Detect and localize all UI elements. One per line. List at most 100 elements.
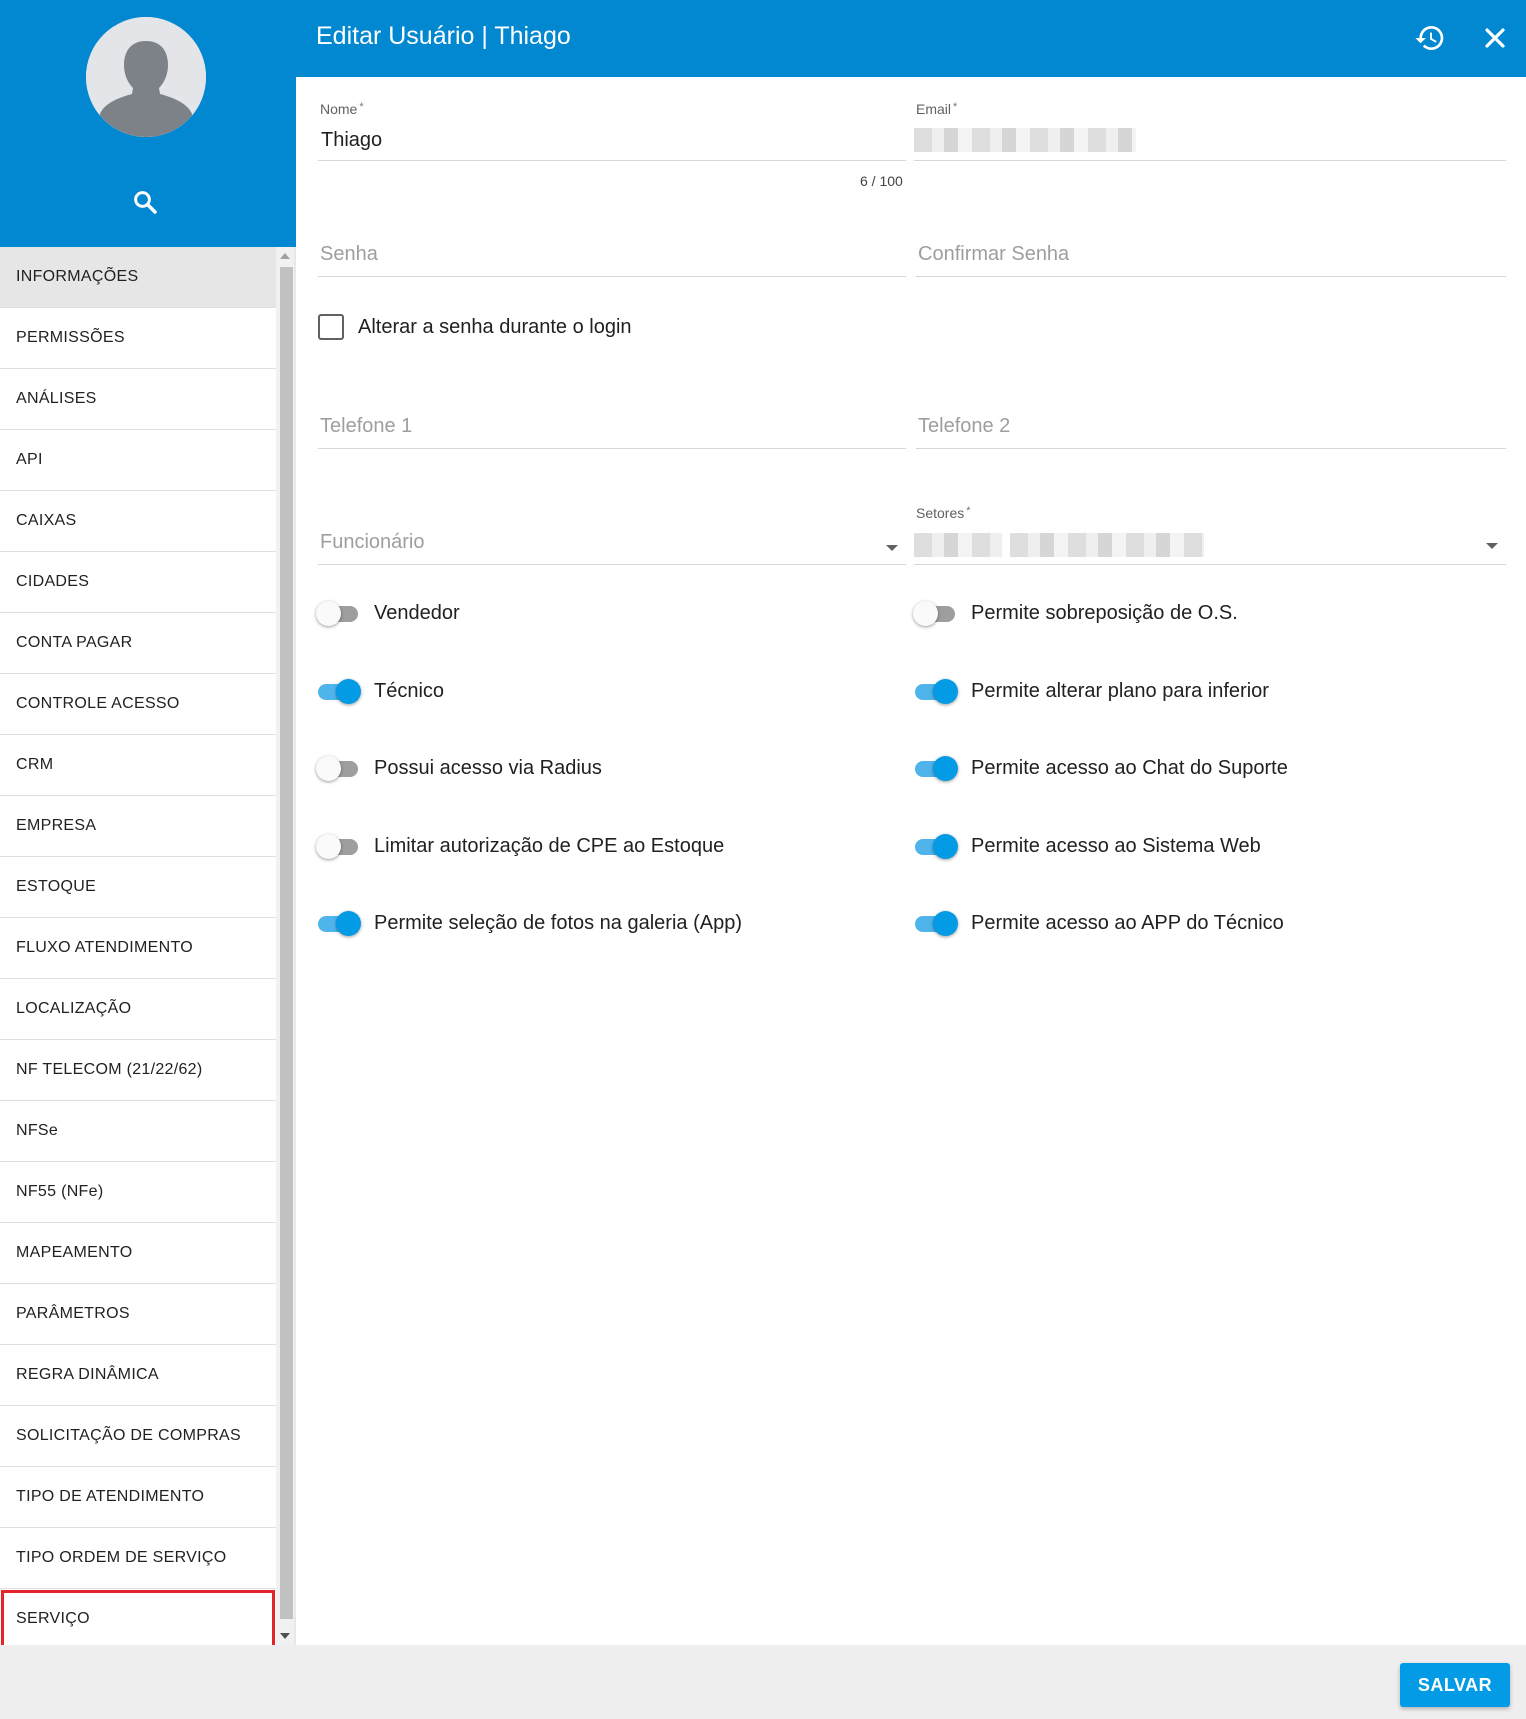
history-icon[interactable] bbox=[1414, 22, 1446, 54]
sidebar-item-label: NF55 (NFe) bbox=[16, 1183, 104, 1200]
radius-toggle[interactable] bbox=[316, 753, 362, 783]
fotos-galeria-toggle[interactable] bbox=[316, 908, 362, 938]
sidebar-item-label: ANÁLISES bbox=[16, 390, 97, 407]
required-mark: * bbox=[359, 101, 364, 113]
email-field[interactable]: Email * bbox=[914, 101, 1506, 161]
sidebar-item-label: REGRA DINÂMICA bbox=[16, 1366, 159, 1383]
sidebar-item-nf-telecom[interactable]: NF TELECOM (21/22/62) bbox=[0, 1040, 276, 1101]
sidebar-item-servico[interactable]: SERVIÇO bbox=[0, 1589, 276, 1645]
radius-label: Possui acesso via Radius bbox=[374, 756, 602, 779]
setores-redacted-value bbox=[1010, 533, 1204, 557]
tecnico-toggle[interactable] bbox=[316, 676, 362, 706]
sobreposicao-os-label: Permite sobreposição de O.S. bbox=[971, 601, 1238, 624]
sidebar-item-empresa[interactable]: EMPRESA bbox=[0, 796, 276, 857]
telefone1-field[interactable]: Telefone 1 bbox=[318, 413, 906, 449]
setores-select[interactable]: Setores * bbox=[914, 505, 1506, 565]
sidebar-item-label: CONTROLE ACESSO bbox=[16, 695, 180, 712]
sidebar-item-label: CRM bbox=[16, 756, 54, 773]
sidebar-item-label: ESTOQUE bbox=[16, 878, 97, 895]
sidebar-item-conta-pagar[interactable]: CONTA PAGAR bbox=[0, 613, 276, 674]
sidebar-item-label: NFSe bbox=[16, 1122, 59, 1139]
sidebar-item-crm[interactable]: CRM bbox=[0, 735, 276, 796]
telefone2-field[interactable]: Telefone 2 bbox=[916, 413, 1506, 449]
sidebar-item-label: NF TELECOM (21/22/62) bbox=[16, 1061, 203, 1078]
nome-field[interactable]: Nome * Thiago bbox=[318, 101, 906, 161]
alterar-senha-checkbox[interactable] bbox=[318, 314, 344, 340]
toggle-thumb bbox=[316, 756, 341, 781]
fotos-galeria-toggle-row: Permite seleção de fotos na galeria (App… bbox=[316, 908, 742, 938]
cpe-estoque-toggle[interactable] bbox=[316, 831, 362, 861]
sobreposicao-os-toggle-row: Permite sobreposição de O.S. bbox=[913, 598, 1238, 628]
user-form: Nome * Thiago 6 / 100 Email * Senha Confir… bbox=[296, 77, 1526, 1645]
email-label: Email * bbox=[916, 101, 957, 117]
nome-char-counter: 6 / 100 bbox=[860, 173, 903, 189]
toggle-thumb bbox=[933, 911, 958, 936]
sobreposicao-os-toggle[interactable] bbox=[913, 598, 959, 628]
sidebar-item-label: PARÂMETROS bbox=[16, 1305, 130, 1322]
nome-label-text: Nome bbox=[320, 101, 358, 117]
save-button[interactable]: SALVAR bbox=[1400, 1663, 1510, 1707]
toggle-thumb bbox=[913, 601, 938, 626]
sidebar-item-regra-dinamica[interactable]: REGRA DINÂMICA bbox=[0, 1345, 276, 1406]
setores-label-text: Setores bbox=[916, 505, 965, 521]
plano-inferior-toggle-row: Permite alterar plano para inferior bbox=[913, 676, 1269, 706]
chat-suporte-toggle[interactable] bbox=[913, 753, 959, 783]
sidebar-item-parametros[interactable]: PARÂMETROS bbox=[0, 1284, 276, 1345]
chevron-down-icon[interactable] bbox=[1486, 543, 1498, 549]
sidebar-scrollbar[interactable] bbox=[276, 247, 294, 1645]
sidebar-item-api[interactable]: API bbox=[0, 430, 276, 491]
sidebar-item-nfse[interactable]: NFSe bbox=[0, 1101, 276, 1162]
tecnico-toggle-row: Técnico bbox=[316, 676, 444, 706]
telefone1-placeholder: Telefone 1 bbox=[320, 415, 413, 437]
sidebar-item-tipo-ordem-servico[interactable]: TIPO ORDEM DE SERVIÇO bbox=[0, 1528, 276, 1589]
sidebar-item-analises[interactable]: ANÁLISES bbox=[0, 369, 276, 430]
senha-field[interactable]: Senha bbox=[318, 241, 906, 277]
sidebar-item-label: INFORMAÇÕES bbox=[16, 268, 139, 285]
confirmar-senha-field[interactable]: Confirmar Senha bbox=[916, 241, 1506, 277]
dialog-header: Editar Usuário | Thiago bbox=[296, 0, 1526, 77]
sidebar-item-estoque[interactable]: ESTOQUE bbox=[0, 857, 276, 918]
app-tecnico-toggle[interactable] bbox=[913, 908, 959, 938]
vendedor-label: Vendedor bbox=[374, 601, 460, 624]
page-title: Editar Usuário | Thiago bbox=[316, 22, 571, 50]
chevron-down-icon[interactable] bbox=[886, 545, 898, 551]
toggle-thumb bbox=[933, 679, 958, 704]
sidebar-item-label: API bbox=[16, 451, 43, 468]
sidebar-item-label: PERMISSÕES bbox=[16, 329, 125, 346]
alterar-senha-label: Alterar a senha durante o login bbox=[358, 315, 632, 338]
sidebar-item-mapeamento[interactable]: MAPEAMENTO bbox=[0, 1223, 276, 1284]
sidebar-item-caixas[interactable]: CAIXAS bbox=[0, 491, 276, 552]
vendedor-toggle[interactable] bbox=[316, 598, 362, 628]
user-avatar-icon[interactable] bbox=[86, 17, 206, 137]
sidebar-item-permissoes[interactable]: PERMISSÕES bbox=[0, 308, 276, 369]
required-mark: * bbox=[966, 505, 971, 517]
sidebar-item-nf55[interactable]: NF55 (NFe) bbox=[0, 1162, 276, 1223]
funcionario-select[interactable]: Funcionário bbox=[318, 527, 906, 565]
toggle-thumb bbox=[316, 834, 341, 859]
sidebar-item-fluxo-atendimento[interactable]: FLUXO ATENDIMENTO bbox=[0, 918, 276, 979]
nome-label: Nome * bbox=[320, 101, 364, 117]
scroll-down-arrow-icon[interactable] bbox=[276, 1627, 294, 1645]
scroll-up-arrow-icon[interactable] bbox=[276, 247, 294, 265]
sidebar-item-controle-acesso[interactable]: CONTROLE ACESSO bbox=[0, 674, 276, 735]
alterar-senha-option[interactable]: Alterar a senha durante o login bbox=[318, 314, 632, 340]
required-mark: * bbox=[953, 101, 958, 113]
sidebar-item-label: TIPO ORDEM DE SERVIÇO bbox=[16, 1549, 227, 1566]
sidebar-item-label: LOCALIZAÇÃO bbox=[16, 1000, 132, 1017]
sistema-web-toggle[interactable] bbox=[913, 831, 959, 861]
scrollbar-thumb[interactable] bbox=[280, 267, 293, 1619]
search-icon[interactable] bbox=[130, 187, 160, 217]
sidebar-item-cidades[interactable]: CIDADES bbox=[0, 552, 276, 613]
sidebar-item-label: SERVIÇO bbox=[16, 1610, 90, 1627]
sidebar-item-localizacao[interactable]: LOCALIZAÇÃO bbox=[0, 979, 276, 1040]
sidebar-item-tipo-atendimento[interactable]: TIPO DE ATENDIMENTO bbox=[0, 1467, 276, 1528]
setores-redacted-value bbox=[914, 533, 1002, 557]
telefone2-placeholder: Telefone 2 bbox=[918, 415, 1011, 437]
sidebar-item-label: FLUXO ATENDIMENTO bbox=[16, 939, 193, 956]
plano-inferior-toggle[interactable] bbox=[913, 676, 959, 706]
sidebar-item-label: CAIXAS bbox=[16, 512, 77, 529]
close-icon[interactable] bbox=[1479, 22, 1511, 54]
sidebar-item-informacoes[interactable]: INFORMAÇÕES bbox=[0, 247, 276, 308]
sidebar-item-solicitacao-compras[interactable]: SOLICITAÇÃO DE COMPRAS bbox=[0, 1406, 276, 1467]
nome-value: Thiago bbox=[321, 129, 383, 151]
